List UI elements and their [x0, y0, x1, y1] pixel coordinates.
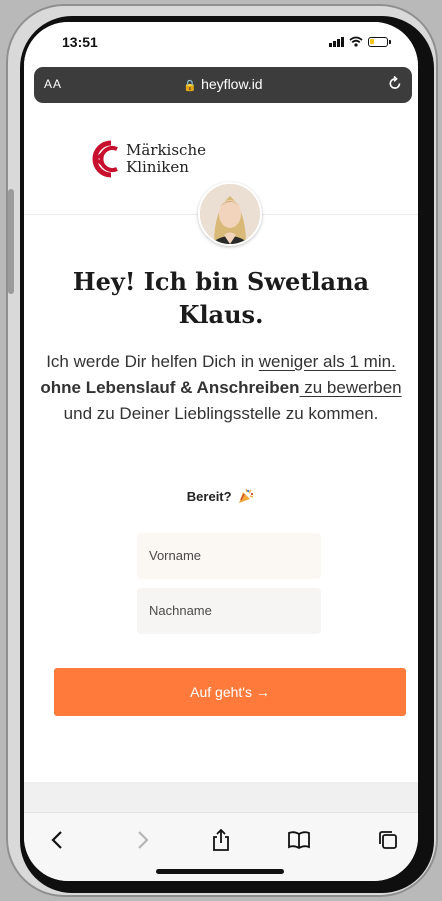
- phone-screen: 13:51 AA 🔒 heyflow.id Märkische Kliniken…: [24, 22, 418, 881]
- status-time: 13:51: [62, 34, 98, 50]
- battery-icon: [368, 36, 391, 47]
- reload-icon[interactable]: [388, 75, 402, 91]
- signal-icon: [329, 36, 344, 47]
- bookmarks-icon[interactable]: [282, 823, 316, 857]
- intro-highlight: zu bewerben: [299, 378, 402, 397]
- intro-text: Ich werde Dir helfen Dich in weniger als…: [38, 349, 404, 427]
- url-text: heyflow.id: [201, 76, 263, 92]
- intro-part: Ich werde Dir helfen Dich in: [46, 352, 259, 371]
- address-bar[interactable]: AA 🔒 heyflow.id: [34, 67, 412, 103]
- start-button[interactable]: Auf geht's →: [54, 668, 406, 716]
- kliniken-logo-icon: [92, 140, 118, 178]
- person-photo: [200, 184, 260, 244]
- company-logo[interactable]: Märkische Kliniken: [86, 140, 206, 178]
- status-icons: [329, 36, 391, 47]
- intro-part: und zu Deiner Lieblingsstelle zu kommen.: [63, 404, 379, 423]
- ready-label: Bereit?: [186, 489, 232, 504]
- ready-prompt: Bereit?: [24, 488, 418, 504]
- logo-text-line1: Märkische: [126, 141, 206, 159]
- logo-text-line2: Kliniken: [126, 158, 189, 176]
- avatar: [198, 182, 262, 246]
- intro-highlight: weniger als 1 min.: [258, 352, 396, 371]
- volume-button: [8, 189, 14, 294]
- last-name-input[interactable]: Nachname: [137, 588, 321, 634]
- intro-bold: ohne Lebenslauf & Anschreiben: [40, 378, 300, 397]
- page-footer-strip: [24, 782, 418, 812]
- tabs-icon[interactable]: [371, 823, 405, 857]
- lock-icon: 🔒: [183, 80, 198, 92]
- forward-icon[interactable]: [126, 823, 160, 857]
- home-indicator[interactable]: [156, 869, 284, 874]
- status-bar: 13:51: [24, 22, 418, 64]
- page-title: Hey! Ich bin Swetlana Klaus.: [72, 267, 370, 329]
- first-name-input[interactable]: Vorname: [137, 533, 321, 579]
- share-icon[interactable]: [204, 823, 238, 857]
- wifi-icon: [349, 36, 363, 47]
- party-popper-icon: [239, 488, 254, 503]
- back-icon[interactable]: [40, 823, 74, 857]
- url-display[interactable]: 🔒 heyflow.id: [34, 76, 412, 92]
